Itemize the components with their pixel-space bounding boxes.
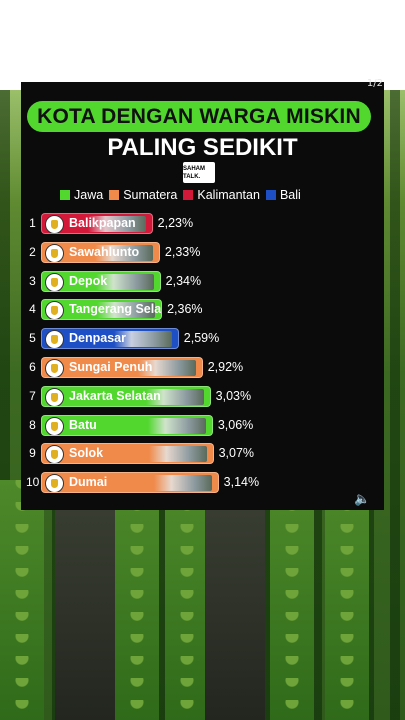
bar-denpasar: Denpasar	[41, 328, 179, 350]
legend-label: Sumatera	[123, 188, 178, 202]
city-crest-icon	[45, 330, 64, 349]
bar-sawahlunto: Sawahlunto	[41, 241, 160, 263]
bar-rank: 5	[29, 331, 36, 346]
city-crest-icon	[45, 445, 64, 464]
bar-label: Depok	[69, 273, 108, 288]
city-crest-icon	[45, 215, 64, 233]
bar-label: Denpasar	[69, 331, 126, 346]
bar-value-label: 3,14%	[223, 475, 260, 490]
bar-label: Jakarta Selatan	[69, 388, 161, 403]
bar-rank: 7	[29, 388, 36, 403]
bar-value-label: 2,36%	[167, 302, 203, 317]
bar-label: Sawahlunto	[69, 244, 140, 259]
legend-item-sumatera: Sumatera	[109, 188, 177, 202]
city-crest-icon	[45, 272, 64, 291]
bar-value-label: 2,59%	[183, 331, 220, 346]
city-crest-icon	[45, 359, 64, 377]
bar-sungai-penuh: Sungai Penuh	[41, 357, 203, 378]
chart-title: KOTA DENGAN WARGA MISKIN	[27, 101, 371, 132]
bar-rank: 1	[29, 216, 36, 230]
bar-balikpapan: Balikpapan	[41, 213, 153, 234]
bar-rank: 6	[29, 360, 36, 374]
crop-row	[270, 480, 314, 720]
legend-swatch	[265, 190, 276, 200]
bar-label: Batu	[69, 417, 97, 432]
soil-furrow	[55, 490, 115, 720]
bar-label: Solok	[69, 446, 104, 461]
bar-value-label: 2,34%	[165, 273, 202, 288]
bar-value-label: 3,06%	[217, 417, 254, 432]
city-landmark-image	[153, 475, 212, 492]
legend-swatch	[183, 190, 194, 200]
city-crest-icon	[45, 301, 64, 320]
city-landmark-image	[147, 417, 206, 434]
legend-label: Kalimantan	[197, 188, 260, 202]
bar-dumai: Dumai	[41, 472, 219, 494]
legend-item-bali: Bali	[265, 188, 301, 202]
bar-value-label: 3,07%	[218, 446, 255, 461]
brand-logo-text: SAHAM TALK.	[183, 165, 205, 180]
bar-rank: 2	[29, 244, 36, 259]
bar-value-label: 2,23%	[157, 216, 194, 230]
bar-jakarta-selatan: Jakarta Selatan	[41, 385, 211, 407]
legend-swatch	[60, 190, 70, 200]
bar-rank: 3	[29, 273, 36, 288]
chart-legend: Jawa Sumatera Kalimantan Bali	[60, 188, 301, 202]
crop-row	[0, 480, 44, 720]
bar-value-label: 3,03%	[215, 388, 252, 403]
legend-swatch	[109, 190, 120, 200]
brand-logo: SAHAM TALK.	[183, 162, 215, 183]
city-crest-icon	[45, 474, 64, 493]
city-crest-icon	[45, 387, 64, 406]
bar-value-label: 2,92%	[207, 360, 244, 374]
bar-depok: Depok	[41, 270, 161, 292]
bar-value-label: 2,33%	[164, 244, 201, 259]
bar-tangerang-selatan: Tangerang Selatan	[41, 299, 163, 321]
speaker-icon[interactable]: 🔈	[354, 492, 370, 507]
legend-label: Jawa	[74, 188, 104, 202]
chart-title-text: KOTA DENGAN WARGA MISKIN	[37, 104, 361, 128]
slide-counter: 1/2	[366, 78, 383, 89]
crop-row	[165, 480, 209, 720]
legend-item-jawa: Jawa	[60, 188, 103, 202]
city-crest-icon	[45, 243, 64, 262]
crop-row	[115, 480, 159, 720]
bar-label: Dumai	[69, 475, 108, 490]
bar-label: Sungai Penuh	[69, 360, 153, 374]
bar-rank: 8	[29, 417, 36, 432]
legend-label: Bali	[279, 188, 301, 202]
soil-furrow	[205, 490, 265, 720]
bar-batu: Batu	[41, 414, 213, 436]
city-crest-icon	[45, 416, 64, 435]
bar-solok: Solok	[41, 443, 214, 465]
chart-subtitle: PALING SEDIKIT	[107, 134, 298, 161]
bar-rank: 10	[26, 475, 40, 490]
crop-row	[325, 480, 369, 720]
top-margin	[0, 0, 405, 90]
bar-label: Tangerang Selatan	[69, 302, 162, 317]
bar-label: Balikpapan	[69, 216, 136, 230]
legend-item-kalimantan: Kalimantan	[183, 188, 260, 202]
bar-rank: 4	[29, 302, 36, 317]
bar-rank: 9	[29, 446, 36, 461]
city-landmark-image	[148, 446, 207, 463]
